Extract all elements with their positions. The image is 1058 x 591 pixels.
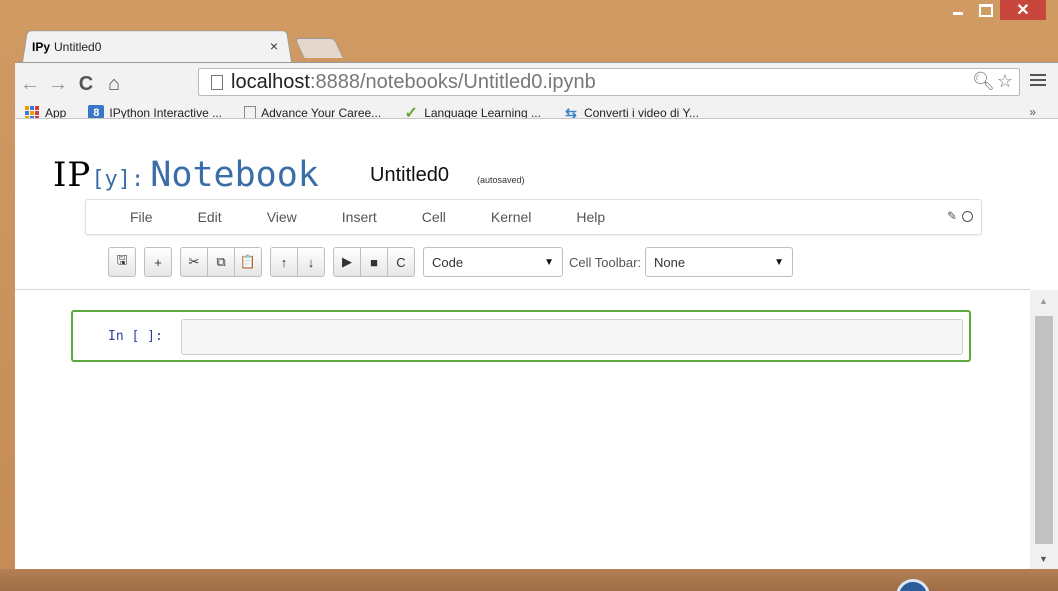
omnibox-icons: 🔍︎ ☆ — [972, 71, 1013, 92]
cell-toolbar-select[interactable]: None ▼ — [645, 247, 794, 277]
autosave-status: (autosaved) — [477, 175, 525, 185]
menu-insert[interactable]: Insert — [342, 209, 377, 225]
pencil-icon: ✎ — [946, 209, 957, 223]
notebook-area: In [ ]: — [15, 290, 1030, 570]
close-window-button[interactable]: ✕ — [1000, 0, 1046, 20]
kernel-status-icon — [962, 210, 973, 222]
logo-notebook: Notebook — [150, 155, 319, 195]
back-icon[interactable]: ← — [17, 71, 43, 97]
chevron-down-icon: ▼ — [774, 256, 785, 268]
code-cell[interactable]: In [ ]: — [71, 310, 971, 362]
browser-menu-icon[interactable] — [1030, 71, 1046, 87]
cell-type-select[interactable]: Code ▼ — [423, 247, 563, 277]
cell-toolbar-value: None — [654, 254, 686, 270]
cut-button[interactable]: ✂ — [180, 247, 208, 277]
save-button[interactable]: 🖫 — [108, 247, 136, 277]
tab-title: Untitled0 — [54, 40, 102, 54]
minimize-button[interactable] — [944, 0, 972, 20]
cell-toolbar-label: Cell Toolbar: — [569, 254, 642, 270]
url-host: localhost — [231, 70, 310, 93]
forward-icon[interactable]: → — [45, 71, 71, 97]
copy-button[interactable]: ⧉ — [207, 247, 235, 277]
menu-kernel[interactable]: Kernel — [491, 209, 531, 225]
menu-edit[interactable]: Edit — [198, 209, 222, 225]
run-button[interactable]: ▶ — [333, 247, 361, 277]
menu-help[interactable]: Help — [576, 209, 605, 225]
logo-y: [y]: — [91, 167, 145, 192]
code-input[interactable] — [181, 319, 963, 355]
menu-file[interactable]: File — [130, 209, 153, 225]
scroll-thumb[interactable] — [1035, 316, 1053, 544]
restart-button[interactable]: C — [387, 247, 415, 277]
scroll-down-icon[interactable]: ▼ — [1039, 554, 1048, 564]
paste-button[interactable]: 📋 — [234, 247, 262, 277]
cell-type-value: Code — [432, 254, 464, 270]
kernel-indicator: ✎ — [947, 209, 973, 223]
bookmarks-overflow-icon[interactable]: » — [1029, 105, 1036, 119]
scroll-up-icon[interactable]: ▲ — [1039, 296, 1048, 306]
reload-icon[interactable]: C — [73, 71, 99, 97]
notebook-name[interactable]: Untitled0 — [370, 164, 449, 187]
menu-cell[interactable]: Cell — [422, 209, 446, 225]
move-group: ↑ ↓ — [270, 247, 325, 277]
address-bar[interactable]: localhost:8888/notebooks/Untitled0.ipynb… — [198, 68, 1020, 96]
window-frame: ✕ IPy Untitled0 × ← → C ⌂ localhost:8888… — [0, 0, 1058, 591]
notebook-toolbar: 🖫 + ✂ ⧉ 📋 ↑ ↓ ▶ ■ C Code ▼ Cell Toolbar:… — [108, 246, 794, 278]
notebook-menubar: File Edit View Insert Cell Kernel Help ✎ — [85, 199, 982, 235]
zoom-icon[interactable]: 🔍︎ — [972, 71, 995, 92]
url-path: :8888/notebooks/Untitled0.ipynb — [309, 70, 596, 93]
insert-group: + — [144, 247, 172, 277]
vertical-scrollbar[interactable]: ▲ ▼ — [1030, 290, 1058, 570]
tab-content: IPy Untitled0 × — [32, 37, 284, 57]
ipython-logo[interactable]: IP [y]: Notebook — [53, 155, 319, 195]
chevron-down-icon: ▼ — [544, 256, 554, 268]
menu-view[interactable]: View — [267, 209, 297, 225]
ipython-favicon-icon: IPy — [32, 40, 51, 54]
save-group: 🖫 — [108, 247, 136, 277]
move-up-button[interactable]: ↑ — [270, 247, 298, 277]
taskbar — [0, 569, 1058, 591]
insert-cell-button[interactable]: + — [144, 247, 172, 277]
tab-close-icon[interactable]: × — [270, 38, 278, 54]
stop-button[interactable]: ■ — [360, 247, 388, 277]
logo-ip: IP — [53, 155, 92, 195]
edit-group: ✂ ⧉ 📋 — [180, 247, 262, 277]
page-icon — [211, 74, 223, 90]
maximize-button[interactable] — [972, 0, 1000, 20]
run-group: ▶ ■ C — [333, 247, 415, 277]
home-icon[interactable]: ⌂ — [101, 71, 127, 97]
notebook-header: IP [y]: Notebook Untitled0 (autosaved) F… — [15, 119, 1058, 289]
move-down-button[interactable]: ↓ — [297, 247, 325, 277]
window-controls: ✕ — [944, 0, 1046, 26]
page-content: IP [y]: Notebook Untitled0 (autosaved) F… — [15, 118, 1058, 570]
input-prompt: In [ ]: — [108, 329, 163, 344]
help-icon[interactable] — [896, 579, 930, 591]
browser-toolbar: ← → C ⌂ localhost:8888/notebooks/Untitle… — [15, 62, 1058, 122]
bookmark-star-icon[interactable]: ☆ — [997, 71, 1013, 92]
new-tab-button[interactable] — [294, 38, 344, 58]
